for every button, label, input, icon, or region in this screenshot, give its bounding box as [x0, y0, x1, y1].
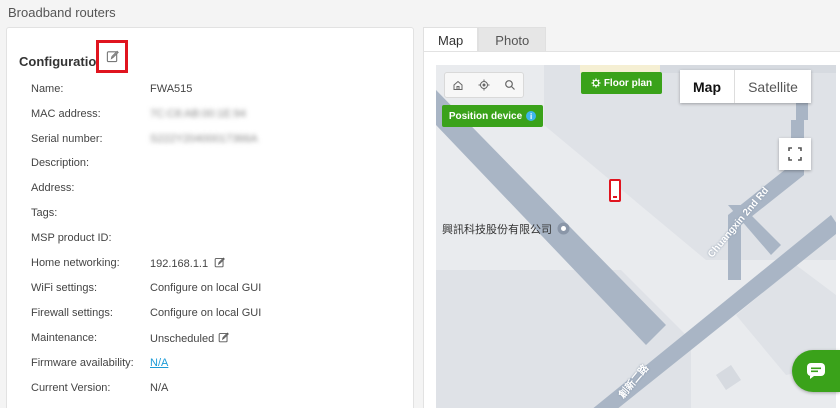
search-icon[interactable] [497, 73, 523, 97]
map-type-satellite-button[interactable]: Satellite [734, 70, 811, 103]
value-maintenance: Unscheduled [150, 333, 215, 345]
home-networking-value-wrap: 192.168.1.1 [150, 257, 226, 270]
edit-home-networking-icon[interactable] [214, 257, 226, 268]
map-type-map-button[interactable]: Map [680, 70, 734, 103]
floor-plan-label: Floor plan [603, 77, 653, 89]
home-icon[interactable] [445, 73, 471, 97]
value-current-version: N/A [150, 382, 169, 394]
label-tags: Tags: [31, 207, 58, 219]
label-maintenance: Maintenance: [31, 332, 98, 344]
value-mac-address: 7C:C8:AB:00:1E:94 [150, 108, 247, 120]
fullscreen-button[interactable] [779, 138, 811, 170]
configuration-card: Configuration [6, 27, 414, 408]
floor-plan-button[interactable]: Floor plan [581, 72, 662, 94]
label-description: Description: [31, 157, 90, 169]
tab-map[interactable]: Map [423, 27, 479, 52]
device-marker-icon[interactable] [609, 179, 621, 202]
label-firewall-settings: Firewall settings: [31, 307, 113, 319]
gear-icon [591, 78, 601, 88]
tab-photo[interactable]: Photo [478, 27, 547, 52]
label-serial-number: Serial number: [31, 133, 103, 145]
value-home-networking: 192.168.1.1 [150, 258, 209, 270]
edit-icon [106, 50, 119, 63]
label-address: Address: [31, 182, 75, 194]
label-firmware-availability: Firmware availability: [31, 357, 134, 369]
label-wifi-settings: WiFi settings: [31, 282, 98, 294]
page-title: Broadband routers [8, 5, 116, 20]
firmware-availability-link[interactable]: N/A [150, 357, 168, 369]
chat-button[interactable] [792, 350, 840, 392]
label-current-version: Current Version: [31, 382, 111, 394]
label-msp-product-id: MSP product ID: [31, 232, 112, 244]
map-photo-tabs: Map Photo [423, 27, 547, 52]
poi-label: 興訊科技股份有限公司 [442, 221, 570, 237]
map-view[interactable]: Floor plan Position device i Map Satelli… [436, 65, 836, 408]
configuration-header: Configuration [19, 54, 105, 69]
info-icon: i [526, 111, 537, 121]
map-pin-icon [557, 222, 570, 235]
map-tool-group [444, 72, 524, 98]
label-home-networking: Home networking: [31, 257, 120, 269]
value-name: FWA515 [150, 83, 193, 95]
fullscreen-icon [788, 147, 802, 161]
map-card: Floor plan Position device i Map Satelli… [423, 51, 840, 408]
map-type-toggle: Map Satellite [680, 70, 811, 103]
position-device-label: Position device [448, 110, 523, 122]
poi-name: 興訊科技股份有限公司 [442, 224, 552, 236]
label-name: Name: [31, 83, 64, 95]
chat-icon [807, 363, 825, 379]
edit-configuration-button[interactable] [96, 40, 128, 73]
position-device-button[interactable]: Position device i [442, 105, 543, 127]
label-mac-address: MAC address: [31, 108, 101, 120]
value-firewall-settings: Configure on local GUI [150, 307, 262, 319]
value-wifi-settings: Configure on local GUI [150, 282, 262, 294]
maintenance-value-wrap: Unscheduled [150, 332, 230, 345]
value-serial-number: S222Y20400017366A [150, 133, 258, 145]
locate-icon[interactable] [471, 73, 497, 97]
edit-maintenance-icon[interactable] [218, 332, 230, 343]
